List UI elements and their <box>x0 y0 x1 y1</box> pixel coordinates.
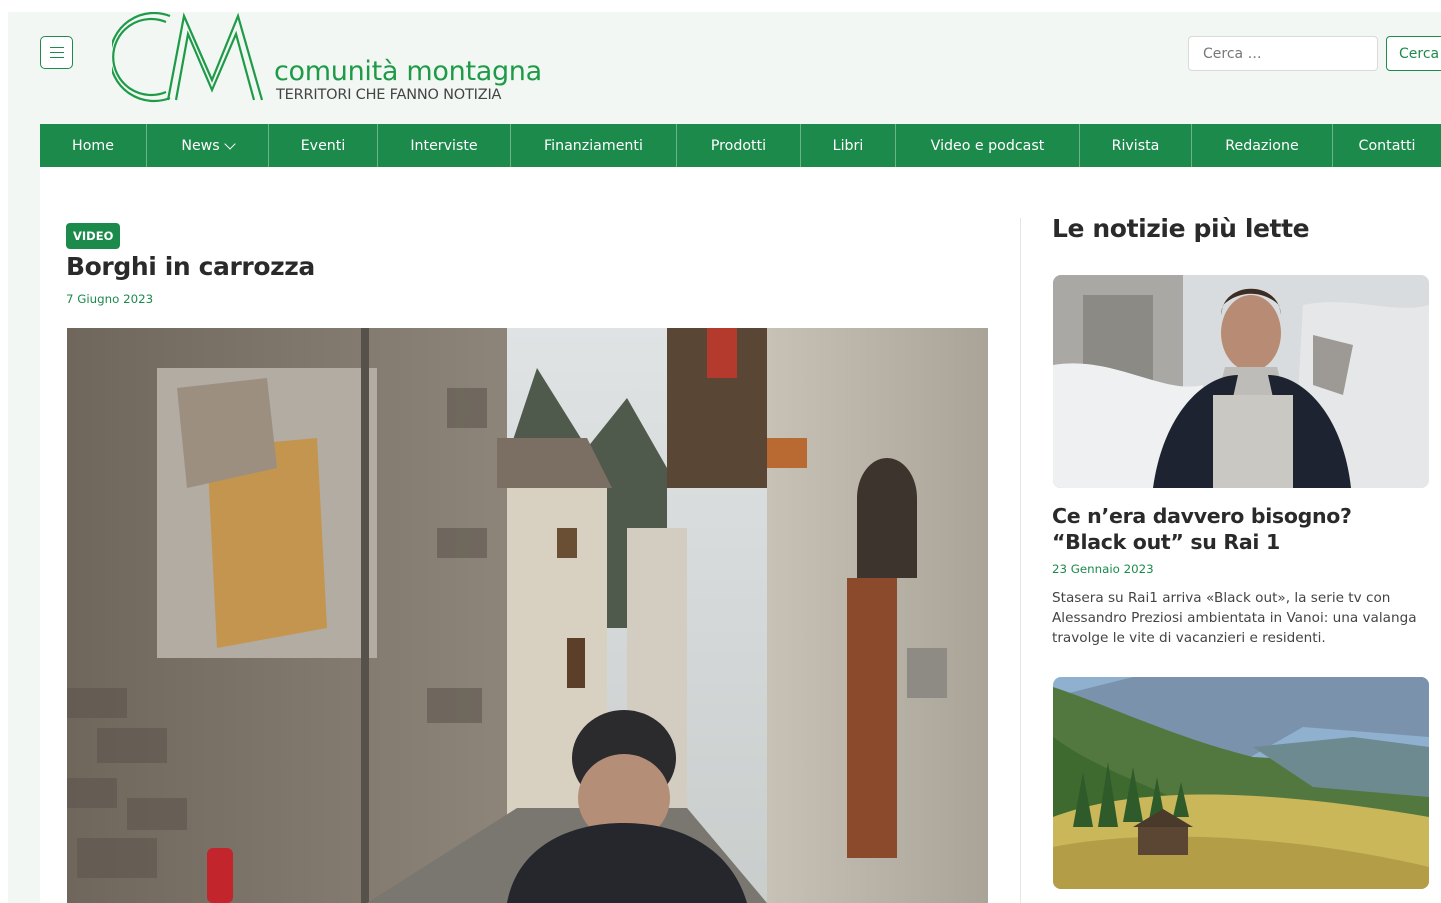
cm-monogram-icon <box>112 12 264 103</box>
nav-item-finanziamenti[interactable]: Finanziamenti <box>511 124 677 167</box>
nav-item-interviste[interactable]: Interviste <box>378 124 511 167</box>
nav-item-label: Video e podcast <box>930 137 1045 154</box>
chevron-down-icon <box>224 137 236 150</box>
nav-item-label: Contatti <box>1358 137 1416 154</box>
search-input[interactable] <box>1188 36 1378 71</box>
sidebar-divider <box>1020 218 1021 903</box>
nav-item-eventi[interactable]: Eventi <box>269 124 378 167</box>
sidebar-title: Le notizie più lette <box>1052 214 1310 243</box>
card-excerpt: Stasera su Rai1 arriva «Black out», la s… <box>1052 590 1417 646</box>
nav-item-rivista[interactable]: Rivista <box>1080 124 1192 167</box>
nav-item-libri[interactable]: Libri <box>801 124 896 167</box>
nav-item-label: Interviste <box>410 137 478 154</box>
site-logo[interactable]: comunità montagna TERRITORI CHE FANNO NO… <box>112 12 542 104</box>
mountain-valley-hut-photo <box>1053 677 1429 889</box>
article-title: Borghi in carrozza <box>66 252 315 281</box>
nav-item-label: Home <box>72 137 114 154</box>
nav-item-label: Redazione <box>1225 137 1299 154</box>
video-frame-alpine-village-street <box>67 328 988 903</box>
nav-item-prodotti[interactable]: Prodotti <box>677 124 801 167</box>
category-badge[interactable]: VIDEO <box>66 223 121 249</box>
nav-item-label: Libri <box>832 137 864 154</box>
nav-item-video-podcast[interactable]: Video e podcast <box>896 124 1080 167</box>
main-nav: Home News Eventi Interviste Finanziament… <box>40 124 1441 167</box>
card-date: 23 Gennaio 2023 <box>1052 562 1154 576</box>
nav-item-home[interactable]: Home <box>40 124 147 167</box>
nav-item-label: Finanziamenti <box>544 137 643 154</box>
article-video[interactable] <box>67 328 988 903</box>
nav-item-label: News <box>181 137 220 154</box>
card-image[interactable] <box>1053 677 1429 889</box>
logo-name: comunità montagna <box>274 56 542 87</box>
man-in-snowy-village-photo <box>1053 275 1429 488</box>
nav-item-news[interactable]: News <box>147 124 269 167</box>
nav-item-label: Prodotti <box>710 137 767 154</box>
hamburger-menu-icon <box>50 47 64 58</box>
menu-button[interactable] <box>40 36 73 69</box>
search-button[interactable]: Cerca <box>1386 36 1441 71</box>
nav-item-label: Eventi <box>300 137 346 154</box>
card-title[interactable]: Ce n’era davvero bisogno? “Black out” su… <box>1052 503 1432 555</box>
nav-item-label: Rivista <box>1111 137 1160 154</box>
nav-item-contatti[interactable]: Contatti <box>1333 124 1441 167</box>
nav-item-redazione[interactable]: Redazione <box>1192 124 1333 167</box>
logo-tagline: TERRITORI CHE FANNO NOTIZIA <box>276 87 502 103</box>
card-image[interactable] <box>1053 275 1429 488</box>
article-date: 7 Giugno 2023 <box>66 292 154 306</box>
